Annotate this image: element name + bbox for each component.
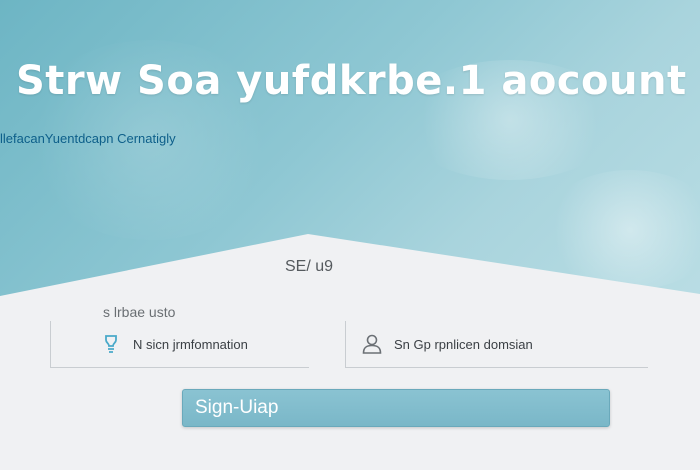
- hero-glow: [540, 170, 700, 290]
- section-label: s lrbae usto: [103, 304, 176, 320]
- signup-page: Strw Soa yufdkrbe.1 aocount llefacanYuen…: [0, 0, 700, 470]
- page-subtitle: llefacanYuentdcapn Cernatigly: [0, 131, 176, 146]
- domain-label: Sn Gp rpnlicen domsian: [394, 336, 533, 352]
- page-title: Strw Soa yufdkrbe.1 aocount: [16, 58, 687, 104]
- bulb-icon: [99, 332, 123, 356]
- signup-button[interactable]: Sign-Uiap: [182, 389, 610, 427]
- card-heading: SE/ u9: [285, 258, 334, 275]
- personal-info-field[interactable]: N sicn jrmfomnation: [50, 321, 309, 368]
- user-icon: [360, 332, 384, 356]
- domain-field[interactable]: Sn Gp rpnlicen domsian: [345, 321, 648, 368]
- personal-info-label: N sicn jrmfomnation: [133, 336, 248, 352]
